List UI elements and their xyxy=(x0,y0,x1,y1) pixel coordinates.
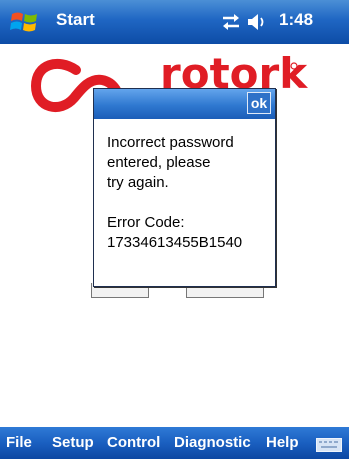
message-line-1: Incorrect password xyxy=(107,134,234,151)
window-title[interactable]: Start xyxy=(56,10,95,30)
menu-help[interactable]: Help xyxy=(266,434,299,451)
dialog-header: ok xyxy=(94,89,275,119)
windows-flag-icon[interactable] xyxy=(10,8,40,36)
dialog-message: Incorrect password entered, please try a… xyxy=(107,133,272,253)
menu-diagnostic[interactable]: Diagnostic xyxy=(174,434,251,451)
message-spacer xyxy=(107,193,272,213)
message-line-2: entered, please xyxy=(107,154,211,171)
menu-bar: File Setup Control Diagnostic Help xyxy=(0,427,349,459)
error-code-value: 17334613455B1540 xyxy=(107,234,243,251)
sync-arrows-icon[interactable] xyxy=(220,12,242,32)
clock[interactable]: 1:48 xyxy=(279,10,313,30)
menu-control[interactable]: Control xyxy=(107,434,160,451)
error-code-label: Error Code: xyxy=(107,214,185,231)
speaker-icon[interactable] xyxy=(246,11,268,33)
menu-file[interactable]: File xyxy=(6,434,32,451)
message-line-3: try again. xyxy=(107,174,169,191)
ok-button[interactable]: ok xyxy=(247,92,271,114)
keyboard-icon[interactable] xyxy=(316,438,342,452)
menu-setup[interactable]: Setup xyxy=(52,434,94,451)
error-dialog: ok Incorrect password entered, please tr… xyxy=(93,88,276,287)
title-bar: Start 1:48 xyxy=(0,0,349,44)
